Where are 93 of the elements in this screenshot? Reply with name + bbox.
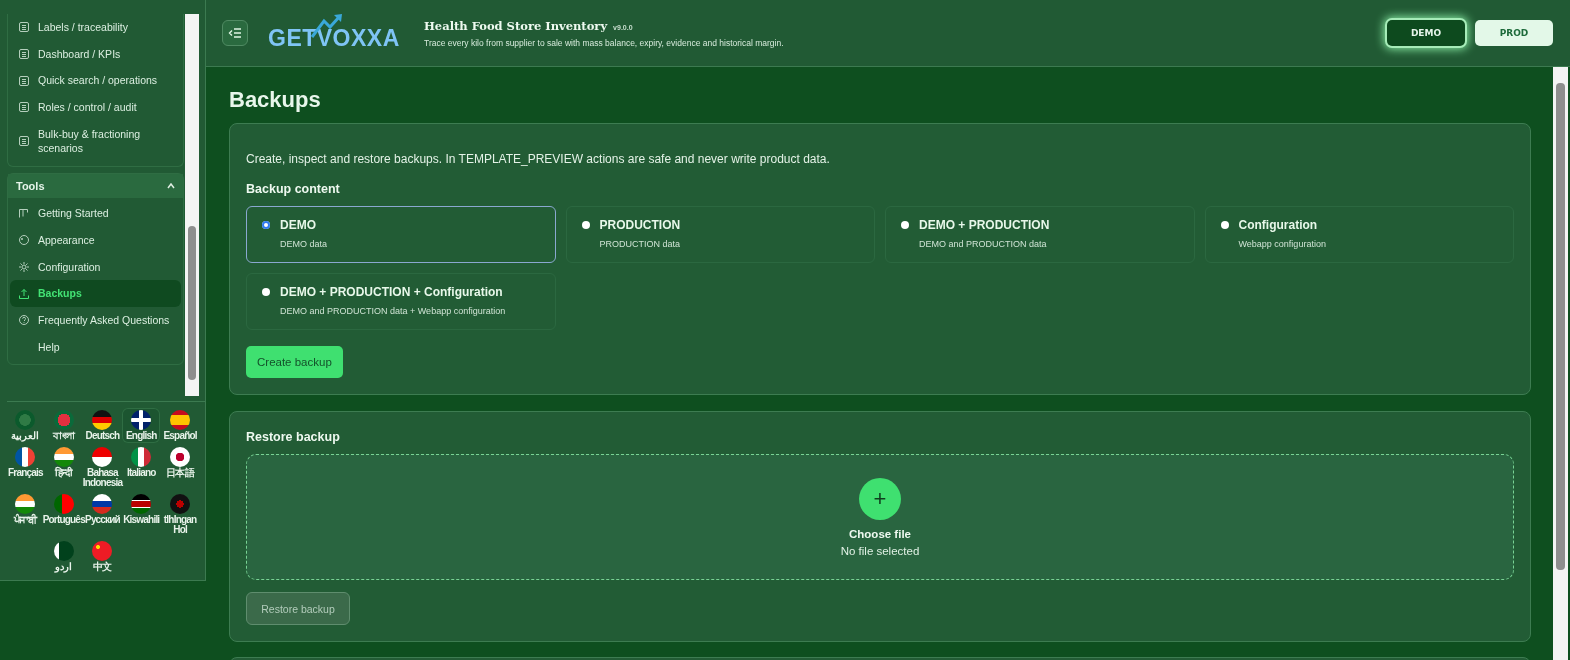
language-option[interactable]: Bahasa Indonesia: [83, 445, 122, 490]
option-description: Webapp configuration: [1238, 239, 1326, 249]
radio-button[interactable]: [262, 288, 270, 296]
radio-button[interactable]: [1220, 221, 1229, 229]
document-icon: [18, 135, 30, 148]
add-file-button[interactable]: +: [859, 477, 901, 520]
flag-icon: [131, 410, 152, 430]
nav-item[interactable]: Configuration: [10, 253, 181, 281]
flag-icon: [15, 447, 36, 467]
environment-button[interactable]: DEMO: [1387, 20, 1465, 46]
backup-option[interactable]: Configuration Webapp configuration: [1204, 206, 1514, 263]
language-option[interactable]: Español: [161, 408, 199, 443]
nav-item[interactable]: Dashboard / KPIs: [10, 40, 181, 68]
nav-item[interactable]: Backups: [10, 280, 181, 307]
language-option[interactable]: हिन्दी: [44, 445, 83, 490]
nav-item[interactable]: Appearance: [10, 226, 181, 254]
option-label: Configuration: [1238, 218, 1319, 232]
language-option[interactable]: Kiswahili: [122, 492, 161, 537]
language-option[interactable]: tlhIngan Hol: [161, 492, 199, 537]
backup-option[interactable]: PRODUCTION PRODUCTION data: [565, 206, 875, 263]
document-icon: [18, 48, 30, 61]
file-drop-zone[interactable]: + Choose file No file selected: [246, 454, 1514, 580]
document-icon: [18, 21, 30, 34]
choose-file-label: Choose file: [849, 527, 911, 540]
flag-icon: [131, 447, 152, 467]
flag-icon: [170, 494, 191, 514]
backup-option[interactable]: DEMO DEMO data: [246, 206, 556, 263]
nav-item[interactable]: Labels / traceability: [10, 14, 181, 41]
nav-item[interactable]: Getting Started: [10, 200, 181, 227]
flag-icon: [92, 494, 113, 514]
language-option[interactable]: 日本語: [161, 445, 199, 490]
language-option[interactable]: 中文: [83, 539, 122, 574]
palette-icon: [18, 234, 30, 247]
backup-option[interactable]: DEMO + PRODUCTION DEMO and PRODUCTION data: [885, 206, 1195, 263]
section-title: Restore backup: [246, 430, 341, 444]
language-option[interactable]: English: [122, 408, 161, 443]
option-description: DEMO and PRODUCTION data + Webapp configuration: [280, 306, 506, 316]
option-label: DEMO: [280, 218, 317, 232]
app-title: Health Food Store Inventory: [424, 18, 608, 33]
nav-item[interactable]: Bulk-buy & fractioning scenarios: [10, 120, 181, 163]
create-backup-button[interactable]: Create backup: [246, 346, 343, 378]
nav-item[interactable]: Frequently Asked Questions: [10, 306, 181, 334]
radio-button[interactable]: [262, 221, 270, 229]
flag-icon: [15, 494, 36, 514]
collapse-icon: [228, 27, 242, 39]
option-description: PRODUCTION data: [599, 239, 681, 249]
nav-item[interactable]: Roles / control / audit: [10, 94, 181, 121]
flag-icon: [131, 494, 152, 514]
radio-button[interactable]: [581, 221, 590, 229]
page-title: Backups: [229, 87, 322, 113]
upload-icon: [18, 287, 30, 300]
nav-item[interactable]: Help: [10, 333, 181, 361]
flag-icon: [53, 494, 74, 514]
language-option[interactable]: বাংলা: [44, 408, 83, 443]
language-option[interactable]: Deutsch: [83, 408, 122, 443]
option-description: DEMO and PRODUCTION data: [919, 239, 1048, 249]
flag-icon: [92, 447, 113, 467]
backup-option[interactable]: DEMO + PRODUCTION + Configuration DEMO and PRODUCTION data + Webapp configuration: [246, 273, 556, 330]
language-option[interactable]: ਪੰਜਾਬੀ: [7, 492, 44, 537]
language-option[interactable]: Italiano: [122, 445, 161, 490]
language-option[interactable]: اردو: [44, 539, 83, 574]
flag-icon: [92, 410, 113, 430]
flag-icon: [15, 410, 36, 430]
language-option[interactable]: Русский: [83, 492, 122, 537]
flag-icon: [92, 541, 113, 561]
app-subtitle: Trace every kilo from supplier to sale with mass balance, expiry, evidence and historical margin.: [424, 37, 784, 48]
flag-icon: [53, 447, 74, 467]
settings-icon: [18, 260, 30, 273]
environment-button[interactable]: PROD: [1475, 20, 1553, 46]
option-label: PRODUCTION: [599, 218, 681, 232]
language-option[interactable]: Français: [7, 445, 44, 490]
option-label: DEMO + PRODUCTION + Configuration: [280, 285, 504, 299]
collapse-sidebar-button[interactable]: [222, 20, 248, 46]
file-status: No file selected: [840, 544, 920, 557]
language-option[interactable]: العربية: [7, 408, 44, 443]
radio-button[interactable]: [901, 221, 909, 229]
document-icon: [18, 101, 30, 114]
help-icon: [18, 314, 30, 327]
option-description: DEMO data: [280, 239, 328, 249]
option-label: DEMO + PRODUCTION: [919, 218, 1050, 232]
scrollbar[interactable]: [1553, 67, 1568, 660]
scrollbar[interactable]: [185, 14, 199, 396]
document-icon: [18, 74, 30, 87]
intro-text: Create, inspect and restore backups. In TEMPLATE_PREVIEW actions are safe and never write product data.: [246, 152, 831, 166]
flag-icon: [170, 410, 191, 430]
nav-item[interactable]: Quick search / operations: [10, 67, 181, 95]
section-title: Backup content: [246, 182, 341, 196]
group-header[interactable]: Tools: [8, 174, 183, 199]
flag-icon: [170, 447, 191, 467]
flag-icon: [53, 541, 74, 561]
logo: GETVOXXA: [268, 13, 410, 53]
caret-icon: [167, 183, 175, 190]
flag-icon: [53, 410, 74, 430]
